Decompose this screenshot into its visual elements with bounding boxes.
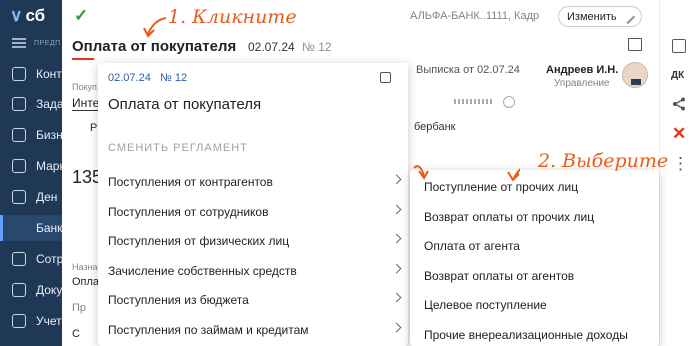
dk-button[interactable]: ДК [671,70,684,81]
sidebar-item-marketing[interactable]: Марк [0,153,62,179]
info-icon[interactable] [503,96,515,108]
annotation-arrow-1 [143,17,167,38]
attachment-link[interactable]: Пр [72,302,86,314]
submenu-item-agent-refund[interactable]: Возврат оплаты от агентов [410,261,659,290]
sidebar-item-money[interactable]: Ден [0,184,62,210]
popup-copy-icon[interactable] [380,72,391,83]
submenu-item-non-operating-income[interactable]: Прочие внереализационные доходы [410,320,659,346]
documents-icon [12,283,26,297]
sidebar-item-business[interactable]: Бизн [0,122,62,148]
bank-icon [12,221,26,235]
sidebar-item-accounting[interactable]: Учет [0,308,62,334]
submenu-item-targeted-income[interactable]: Целевое поступление [410,290,659,319]
employee-role: Управление [554,78,610,89]
menu-item-employees[interactable]: Поступления от сотрудников [98,197,408,226]
title-underline [72,58,94,60]
chevron-right-icon [391,322,402,333]
contacts-icon [12,67,26,81]
change-button[interactable]: Изменить [558,6,642,27]
marketing-icon [12,159,26,173]
menu-item-loans[interactable]: Поступления по займам и кредитам [98,315,408,344]
annotation-arrows-2 [413,165,520,182]
share-icon[interactable] [672,97,686,111]
submenu-item-refund-other-persons[interactable]: Возврат оплаты от прочих лиц [410,202,659,231]
employee-name: Андреев И.Н. [546,64,619,76]
delete-icon[interactable]: ✕ [672,125,686,142]
popup-number: № 12 [160,72,188,84]
chevron-right-icon [391,233,402,244]
popup-section-label: СМЕНИТЬ РЕГЛАМЕНТ [108,142,248,154]
popup-title: Оплата от покупателя [108,96,262,113]
annotation-step-1: 1. Кликните [168,6,297,28]
statement-link[interactable]: Выписка от 02.07.24 [416,64,520,76]
menu-item-own-funds[interactable]: Зачисление собственных средств [98,256,408,285]
sidebar-section-label: ПРЕДП [34,39,61,47]
bank-account-info: АЛЬФА-БАНК..1111, Кадр [410,10,540,22]
copy-icon[interactable] [672,39,686,53]
right-toolbar: ДК ✕ ⋮ [659,0,696,346]
menu-item-counterparties[interactable]: Поступления от контрагентов [98,167,408,196]
document-date: 02.07.24 [248,40,295,54]
sidebar-item-contacts[interactable]: Конт [0,61,62,87]
chevron-right-icon [391,174,402,185]
sidebar-item-staff[interactable]: Сотр [0,246,62,272]
sidebar-item-documents[interactable]: Доку [0,277,62,303]
chevron-right-icon [391,292,402,303]
sidebar-item-tasks[interactable]: Зада [0,91,62,117]
document-number: № 12 [302,40,332,54]
save-check-icon[interactable]: ✓ [74,6,88,26]
sidebar-menu-row: ПРЕДП [12,38,61,48]
menu-item-budget[interactable]: Поступления из бюджета [98,285,408,314]
accounting-icon [12,314,26,328]
chevron-right-icon [391,204,402,215]
money-icon [12,190,26,204]
more-icon[interactable]: ⋮ [672,155,689,172]
purpose-label: Назна [72,262,98,272]
status-dots [454,99,494,104]
submenu-item-agent-payment[interactable]: Оплата от агента [410,231,659,260]
menu-burger-icon[interactable] [12,38,26,48]
payer-label: Покуп [72,82,97,92]
document-type-popup: 02.07.24 № 12 Оплата от покупателя СМЕНИ… [98,63,408,346]
annotation-step-2: 2. Выберите [538,150,669,172]
tasks-icon [12,97,26,111]
chevron-right-icon [391,263,402,274]
menu-item-individuals[interactable]: Поступления от физических лиц [98,226,408,255]
submenu-counterparties: Поступление от прочих лиц Возврат оплаты… [410,170,659,346]
staff-icon [12,252,26,266]
pencil-icon [620,9,635,24]
popup-date: 02.07.24 [108,72,151,84]
sidebar-item-bank[interactable]: Банк [0,215,62,241]
business-icon [12,128,26,142]
report-icon[interactable] [628,38,642,51]
r-letter: Р [90,122,98,134]
payer-value[interactable]: Инте [72,96,100,111]
app-logo[interactable]: ∨ сб [10,6,45,26]
related-link[interactable]: С [72,328,80,340]
app-sidebar: ∨ сб ПРЕДП Конт Зада Бизн Марк Ден Банк С… [0,0,62,346]
bank-name: бербанк [414,121,456,133]
avatar[interactable] [622,62,648,88]
